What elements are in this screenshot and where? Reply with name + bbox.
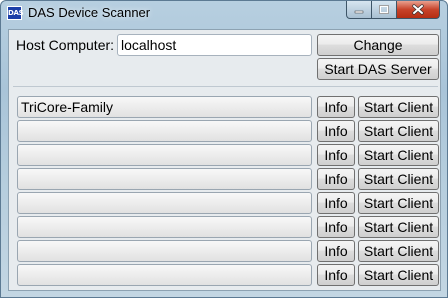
client-name-field[interactable] bbox=[17, 144, 312, 166]
start-client-button[interactable]: Start Client bbox=[358, 264, 439, 286]
start-das-server-button[interactable]: Start DAS Server bbox=[317, 58, 439, 80]
info-button[interactable]: Info bbox=[317, 120, 355, 142]
start-client-button[interactable]: Start Client bbox=[358, 168, 439, 190]
client-name-field[interactable] bbox=[17, 192, 312, 214]
separator bbox=[13, 86, 438, 87]
minimize-button[interactable] bbox=[346, 1, 372, 19]
start-client-button[interactable]: Start Client bbox=[358, 216, 439, 238]
info-button[interactable]: Info bbox=[317, 96, 355, 118]
info-button[interactable]: Info bbox=[317, 192, 355, 214]
info-button[interactable]: Info bbox=[317, 144, 355, 166]
info-button[interactable]: Info bbox=[317, 240, 355, 262]
client-name-field[interactable] bbox=[17, 264, 312, 286]
maximize-button[interactable] bbox=[371, 1, 397, 19]
scanner-panel: Host Computer: localhost Change Start DA… bbox=[8, 29, 441, 291]
start-client-button[interactable]: Start Client bbox=[358, 120, 439, 142]
client-name-field[interactable] bbox=[17, 168, 312, 190]
start-client-button[interactable]: Start Client bbox=[358, 96, 439, 118]
start-client-button[interactable]: Start Client bbox=[358, 240, 439, 262]
minimize-icon bbox=[354, 10, 364, 13]
client-name-field[interactable] bbox=[17, 120, 312, 142]
start-client-button[interactable]: Start Client bbox=[358, 144, 439, 166]
change-button[interactable]: Change bbox=[317, 34, 439, 56]
window-title: DAS Device Scanner bbox=[28, 5, 151, 20]
info-button[interactable]: Info bbox=[317, 264, 355, 286]
client-name-field[interactable]: TriCore-Family bbox=[17, 96, 312, 118]
client-name-field[interactable] bbox=[17, 240, 312, 262]
title-bar[interactable]: DAS DAS Device Scanner bbox=[1, 1, 447, 25]
host-computer-input[interactable]: localhost bbox=[117, 34, 312, 56]
maximize-icon bbox=[379, 5, 389, 14]
info-button[interactable]: Info bbox=[317, 216, 355, 238]
start-client-button[interactable]: Start Client bbox=[358, 192, 439, 214]
host-computer-label: Host Computer: bbox=[16, 37, 115, 53]
client-name-field[interactable] bbox=[17, 216, 312, 238]
das-device-scanner-window: DAS DAS Device Scanner Host Computer: lo… bbox=[0, 0, 448, 298]
close-button[interactable] bbox=[396, 1, 440, 19]
close-icon bbox=[412, 4, 424, 15]
app-icon: DAS bbox=[7, 6, 24, 20]
info-button[interactable]: Info bbox=[317, 168, 355, 190]
